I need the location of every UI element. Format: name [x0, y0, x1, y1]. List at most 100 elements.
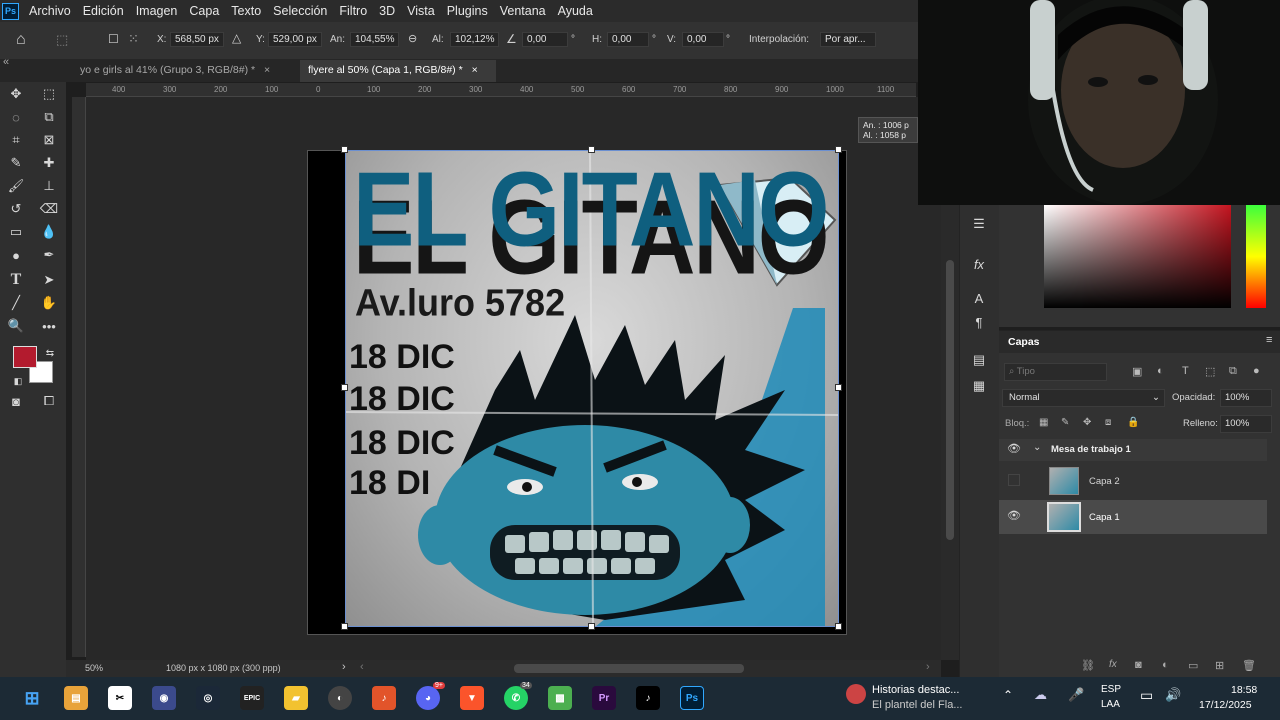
lock-all-icon[interactable]: 🔒: [1127, 417, 1139, 428]
new-layer-icon[interactable]: ⊞: [1215, 659, 1224, 672]
menu-plugins[interactable]: Plugins: [443, 4, 496, 18]
link-layers-icon[interactable]: ⛓: [1081, 659, 1095, 672]
tiktok-icon[interactable]: ♪: [636, 686, 660, 710]
horizontal-scroll-thumb[interactable]: [514, 664, 744, 673]
obs-icon[interactable]: ◐: [328, 686, 352, 710]
vertical-scroll-thumb[interactable]: [946, 260, 954, 540]
link-icon[interactable]: ⊖: [408, 32, 417, 45]
filter-toggle-icon[interactable]: ●: [1253, 365, 1260, 377]
default-colors-icon[interactable]: ◧: [8, 372, 28, 390]
libraries-panel-icon[interactable]: ▤: [969, 351, 989, 369]
lock-transparency-icon[interactable]: ▦: [1039, 417, 1048, 428]
visibility-eye-icon[interactable]: 👁: [1007, 442, 1021, 455]
menu-archivo[interactable]: Archivo: [25, 4, 79, 18]
menu-vista[interactable]: Vista: [403, 4, 443, 18]
lasso-tool-icon[interactable]: ◌: [6, 108, 26, 126]
notification-subtitle[interactable]: El plantel del Fla...: [872, 699, 963, 711]
height-input[interactable]: 102,12%: [450, 32, 500, 47]
visibility-off-box[interactable]: [1008, 474, 1020, 486]
interpolation-select[interactable]: Por apr...: [820, 32, 876, 47]
marquee-tool-icon[interactable]: ⬚: [39, 85, 59, 103]
transform-handle-top-right[interactable]: [835, 146, 842, 153]
width-input[interactable]: 104,55%: [350, 32, 400, 47]
history-brush-tool-icon[interactable]: ↺: [6, 200, 26, 218]
add-style-icon[interactable]: fx: [1109, 659, 1117, 670]
layer-search-field[interactable]: ⌕ Tipo: [1004, 363, 1107, 381]
tab-yo-e-girls[interactable]: yo e girls al 41% (Grupo 3, RGB/8#) * ×: [72, 60, 298, 82]
delete-layer-icon[interactable]: 🗑: [1242, 659, 1256, 672]
clone-stamp-tool-icon[interactable]: ⊥: [39, 177, 59, 195]
file-explorer-icon[interactable]: ▰: [284, 686, 308, 710]
lock-artboard-icon[interactable]: ⧈: [1105, 417, 1111, 428]
transform-handle-bottom-right[interactable]: [835, 623, 842, 630]
quick-mask-icon[interactable]: ◙: [6, 392, 26, 410]
gradient-tool-icon[interactable]: ▭: [6, 223, 26, 241]
visibility-eye-icon[interactable]: 👁: [1007, 509, 1021, 522]
explorer-notes-icon[interactable]: ▤: [64, 686, 88, 710]
new-adjustment-icon[interactable]: ◐: [1162, 659, 1169, 671]
angle-input[interactable]: 0,00: [522, 32, 568, 47]
layers-panel-title[interactable]: Capas: [1008, 336, 1040, 348]
frame-tool-icon[interactable]: ⊠: [39, 131, 59, 149]
y-input[interactable]: 529,00 px: [268, 32, 322, 47]
menu-edicion[interactable]: Edición: [79, 4, 132, 18]
scroll-left-icon[interactable]: ‹: [360, 661, 364, 673]
panel-menu-icon[interactable]: ≡: [1266, 334, 1272, 346]
clock-time[interactable]: 18:58: [1231, 684, 1257, 696]
brave-icon[interactable]: ▼: [460, 686, 484, 710]
menu-3d[interactable]: 3D: [375, 4, 403, 18]
chevron-down-icon[interactable]: ⌄: [1033, 442, 1041, 453]
swap-colors-icon[interactable]: ⇆: [40, 344, 60, 362]
language-bottom[interactable]: LAA: [1101, 699, 1120, 710]
home-icon[interactable]: ⌂: [16, 31, 26, 49]
transform-bounding-box[interactable]: [345, 150, 839, 627]
filter-image-icon[interactable]: ▣: [1132, 365, 1142, 378]
photoshop-taskbar-icon[interactable]: Ps: [680, 686, 704, 710]
vertical-scrollbar[interactable]: [941, 205, 959, 660]
minecraft-icon[interactable]: ▩: [548, 686, 572, 710]
transform-handle-bottom-left[interactable]: [341, 623, 348, 630]
notification-title[interactable]: Historias destac...: [872, 684, 959, 696]
menu-seleccion[interactable]: Selección: [269, 4, 335, 18]
brush-tool-icon[interactable]: 🖌: [6, 177, 26, 195]
volume-icon[interactable]: 🔊: [1165, 687, 1181, 703]
tab-flyere[interactable]: flyere al 50% (Capa 1, RGB/8#) * ×: [300, 60, 496, 82]
opacity-input[interactable]: 100%: [1220, 389, 1272, 407]
status-menu-arrow-icon[interactable]: ›: [342, 661, 346, 673]
menu-ventana[interactable]: Ventana: [496, 4, 554, 18]
close-icon[interactable]: ×: [472, 64, 478, 76]
windows-start-icon[interactable]: ⊞: [20, 686, 44, 710]
blend-mode-select[interactable]: Normal ⌄: [1002, 389, 1165, 407]
layer-row[interactable]: Capa 2: [999, 464, 1267, 498]
menu-texto[interactable]: Texto: [227, 4, 269, 18]
whatsapp-icon[interactable]: ✆: [504, 686, 528, 710]
discord-icon[interactable]: ◕: [416, 686, 440, 710]
collapse-panels-icon[interactable]: «: [3, 56, 9, 68]
vskew-input[interactable]: 0,00: [682, 32, 724, 47]
delta-icon[interactable]: △: [232, 31, 241, 45]
lock-position-icon[interactable]: ✥: [1083, 417, 1091, 428]
network-icon[interactable]: ▭: [1140, 687, 1153, 704]
hand-tool-icon[interactable]: ✋: [39, 294, 59, 312]
eraser-tool-icon[interactable]: ⌫: [39, 200, 59, 218]
properties-panel-icon[interactable]: ▦: [969, 377, 989, 395]
x-input[interactable]: 568,50 px: [170, 32, 224, 47]
new-group-icon[interactable]: ▭: [1188, 659, 1198, 672]
layer-group-row[interactable]: 👁 ⌄ Mesa de trabajo 1: [999, 439, 1267, 461]
close-icon[interactable]: ×: [264, 64, 270, 76]
adjustments-panel-icon[interactable]: ☰: [969, 215, 989, 233]
healing-brush-tool-icon[interactable]: ✚: [39, 154, 59, 172]
hue-slider[interactable]: [1246, 205, 1266, 308]
color-picker-field[interactable]: [1044, 205, 1231, 308]
fill-input[interactable]: 100%: [1220, 415, 1272, 433]
filter-smart-object-icon[interactable]: ⧉: [1229, 365, 1237, 378]
paragraph-panel-icon[interactable]: ¶: [969, 313, 989, 331]
dodge-tool-icon[interactable]: ●: [6, 246, 26, 264]
type-tool-icon[interactable]: T: [6, 271, 26, 289]
reference-point-checkbox[interactable]: ☐: [108, 32, 119, 46]
more-tools-icon[interactable]: •••: [39, 317, 59, 335]
transform-handle-left[interactable]: [341, 384, 348, 391]
reference-point-icon[interactable]: ⁙: [128, 31, 139, 47]
pen-tool-icon[interactable]: ✒: [39, 246, 59, 264]
styles-panel-icon[interactable]: fx: [969, 255, 989, 273]
